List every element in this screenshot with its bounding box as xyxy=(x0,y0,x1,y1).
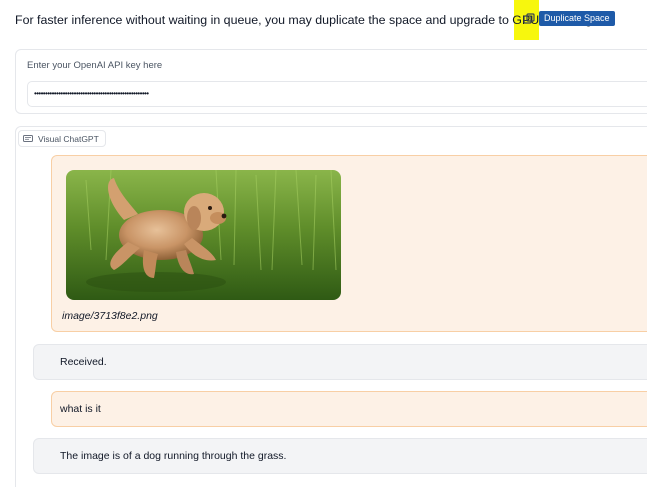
user-image-message: image/3713f8e2.png xyxy=(51,155,647,332)
chat-icon xyxy=(23,134,33,142)
chat-tab-label: Visual ChatGPT xyxy=(38,133,99,144)
bot-message: Received. xyxy=(33,344,647,380)
bot-message: The image is of a dog running through th… xyxy=(33,438,647,474)
duplicate-notice: For faster inference without waiting in … xyxy=(15,10,602,30)
duplicate-icon[interactable] xyxy=(522,12,536,26)
tab-visual-chatgpt[interactable]: Visual ChatGPT xyxy=(18,130,106,147)
dog-running-photo[interactable] xyxy=(66,170,341,300)
bot-message-text: Received. xyxy=(60,356,107,368)
app-page: For faster inference without waiting in … xyxy=(0,0,647,487)
api-key-panel: Enter your OpenAI API key here •••••••••… xyxy=(15,49,647,114)
image-caption: image/3713f8e2.png xyxy=(62,310,158,322)
user-message-text: what is it xyxy=(60,403,101,415)
api-key-label: Enter your OpenAI API key here xyxy=(27,60,163,71)
chat-panel: Visual ChatGPT image/3713f8e2.png Receiv… xyxy=(15,126,647,487)
user-message: what is it xyxy=(51,391,647,427)
duplicate-space-button[interactable]: Duplicate Space xyxy=(539,11,615,26)
api-key-input[interactable]: ••••••••••••••••••••••••••••••••••••••••… xyxy=(27,81,647,107)
bot-message-text: The image is of a dog running through th… xyxy=(60,450,287,462)
notice-text: For faster inference without waiting in … xyxy=(15,13,602,27)
